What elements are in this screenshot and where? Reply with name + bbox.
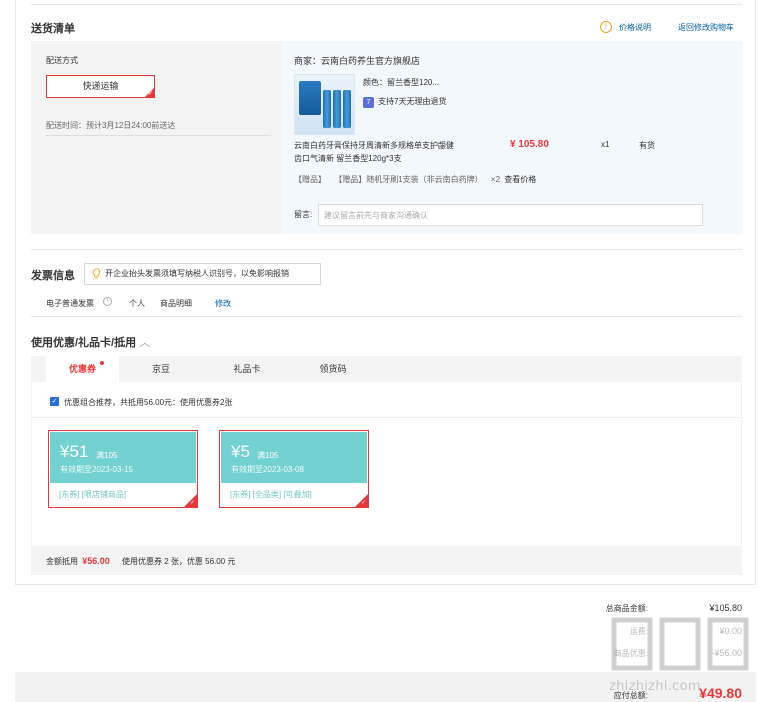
product-qty: x1 bbox=[601, 140, 610, 149]
note-input[interactable] bbox=[318, 204, 703, 226]
invoice-type: 电子普通发票 bbox=[46, 299, 94, 308]
tab-label: 优惠券 bbox=[68, 364, 96, 374]
coupon-summary: 金额抵用 ¥56.00 使用优惠券 2 张，优惠 56.00 元 bbox=[31, 547, 742, 575]
summary-desc: 使用优惠券 2 张，优惠 56.00 元 bbox=[122, 557, 236, 566]
invoice-tip-text: 开企业抬头发票须填写纳税人识别号，以免影响报销 bbox=[105, 269, 289, 278]
delivery-time: 配送时间：预计3月12日24:00前送达 bbox=[46, 121, 176, 130]
divider bbox=[31, 249, 742, 250]
check-icon: ✓ bbox=[147, 91, 153, 97]
invoice-tip: 开企业抬头发票须填写纳税人识别号，以免影响报销 bbox=[84, 263, 321, 285]
product-name-line: 云南白药牙膏保持牙周清新多规格单支护龈健 bbox=[294, 141, 454, 150]
coupon-card[interactable]: ¥5 满105 有效期至2023-03-08 [东券] [全品类] [可叠加] … bbox=[219, 430, 369, 508]
toothpaste-tube-graphic bbox=[343, 90, 351, 128]
return-badge-icon: 7 bbox=[363, 97, 374, 108]
shipping-label: 配送方式 bbox=[46, 56, 78, 65]
product-price: ¥ 105.80 bbox=[510, 139, 549, 150]
check-icon: ✓ bbox=[189, 500, 195, 506]
back-to-cart-link[interactable]: 返回修改购物车 bbox=[678, 22, 734, 33]
tab-jingdou[interactable]: 京豆 bbox=[131, 356, 191, 382]
summary-label: 金额抵用 bbox=[46, 557, 78, 566]
tab-redeem-code[interactable]: 领货码 bbox=[303, 356, 363, 382]
coupon-expiry: 有效期至2023-03-15 bbox=[60, 465, 133, 474]
gift-desc: 【赠品】随机牙刷1支装（非云南白药牌） bbox=[334, 175, 483, 184]
coupon-condition: 满105 bbox=[96, 451, 118, 460]
return-policy-text: 支持7天无理由退货 bbox=[378, 97, 447, 106]
coupon-condition: 满105 bbox=[257, 451, 279, 460]
product-image[interactable] bbox=[294, 74, 355, 135]
price-info-icon: ! bbox=[600, 21, 612, 33]
invoice-edit-link[interactable]: 修改 bbox=[215, 298, 231, 309]
shipping-button-label: 快递运输 bbox=[82, 81, 119, 91]
watermark-text: zhizhizhi.com bbox=[609, 679, 701, 694]
return-policy: 7 支持7天无理由退货 bbox=[363, 96, 446, 108]
stock-status: 有货 bbox=[639, 141, 655, 150]
coupon-amount: ¥5 bbox=[231, 442, 250, 461]
coupons-title-text: 使用优惠/礼品卡/抵用 bbox=[31, 337, 137, 349]
toothpaste-tube-graphic bbox=[333, 90, 341, 128]
divider bbox=[46, 135, 271, 136]
coupon-amount: ¥51 bbox=[60, 442, 89, 461]
invoice-content: 商品明细 bbox=[160, 299, 192, 308]
invoice-payer: 个人 bbox=[129, 299, 145, 308]
shipping-panel bbox=[31, 41, 281, 234]
divider bbox=[31, 417, 742, 418]
toothpaste-tube-graphic bbox=[323, 90, 331, 128]
gift-price-link[interactable]: 查看价格 bbox=[504, 175, 536, 184]
delivery-title: 送货清单 bbox=[31, 23, 75, 35]
tab-gift-card[interactable]: 礼品卡 bbox=[217, 356, 277, 382]
check-icon: ✓ bbox=[360, 500, 366, 506]
watermark-logo bbox=[611, 617, 749, 671]
coupon-tabs: 优惠券 京豆 礼品卡 领货码 bbox=[31, 356, 742, 382]
recommend-checkbox[interactable]: ✓ bbox=[50, 397, 59, 406]
lightbulb-icon bbox=[92, 268, 101, 279]
divider bbox=[31, 316, 742, 317]
coupon-header: ¥51 满105 有效期至2023-03-15 bbox=[50, 432, 196, 483]
invoice-title: 发票信息 bbox=[31, 270, 75, 282]
gift-row: 【赠品】 【赠品】随机牙刷1支装（非云南白药牌） ×2 查看价格 bbox=[294, 174, 536, 185]
recommend-text: 优惠组合推荐，共抵用56.00元：使用优惠券2张 bbox=[64, 398, 233, 407]
tab-coupons[interactable]: 优惠券 bbox=[46, 356, 119, 382]
coupon-expiry: 有效期至2023-03-08 bbox=[231, 465, 304, 474]
merchant-name: 商家：云南白药养生官方旗舰店 bbox=[294, 56, 421, 66]
note-label: 留言: bbox=[294, 210, 313, 219]
coupon-card[interactable]: ¥51 满105 有效期至2023-03-15 [东券] [限店铺商品] ✓ bbox=[48, 430, 198, 508]
info-icon[interactable]: i bbox=[103, 297, 112, 306]
coupon-header: ¥5 满105 有效期至2023-03-08 bbox=[221, 432, 367, 483]
summary-amount: ¥56.00 bbox=[82, 556, 110, 566]
product-box-graphic bbox=[299, 81, 321, 115]
gift-tag: 【赠品】 bbox=[294, 175, 326, 184]
coupon-tags: [东券] [限店铺商品] bbox=[59, 490, 127, 499]
gift-qty: ×2 bbox=[490, 175, 501, 184]
coupons-title[interactable]: 使用优惠/礼品卡/抵用 ︿ bbox=[31, 334, 150, 350]
product-name-line: 齿口气清新 留兰香型120g*3支 bbox=[294, 154, 402, 163]
product-color: 颜色：留兰香型120... bbox=[363, 78, 440, 87]
goods-total-label: 总商品金额: bbox=[605, 604, 648, 613]
divider bbox=[31, 4, 742, 5]
express-shipping-button[interactable]: 快递运输 ✓ bbox=[46, 75, 155, 98]
notification-dot bbox=[100, 361, 104, 365]
chevron-up-icon: ︿ bbox=[139, 337, 151, 349]
product-name[interactable]: 云南白药牙膏保持牙周清新多规格单支护龈健 齿口气清新 留兰香型120g*3支 bbox=[294, 139, 454, 165]
goods-total-value: ¥105.80 bbox=[709, 603, 742, 613]
coupon-tags: [东券] [全品类] [可叠加] bbox=[230, 490, 312, 499]
price-info-link[interactable]: 价格说明 bbox=[619, 22, 651, 33]
